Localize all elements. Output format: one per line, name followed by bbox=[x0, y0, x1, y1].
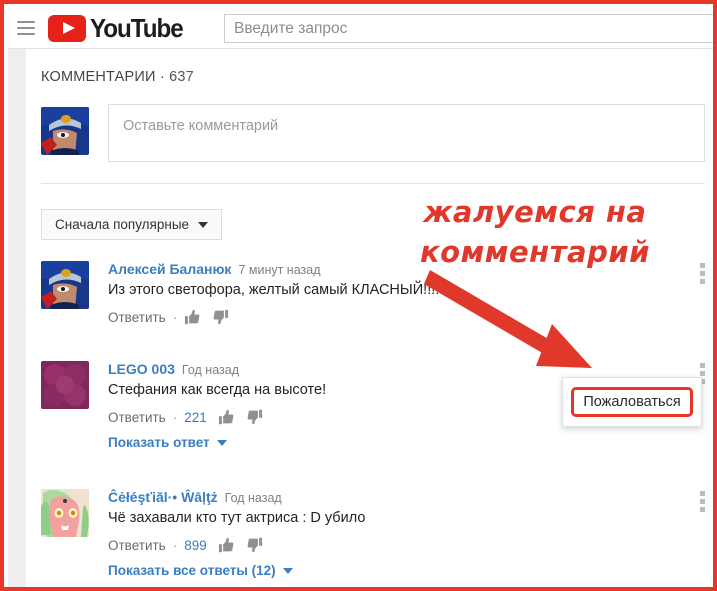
search-input[interactable] bbox=[224, 14, 713, 43]
show-all-replies-button[interactable]: Показать все ответы (12) bbox=[108, 563, 705, 578]
comment-author[interactable]: LEGO 003 bbox=[108, 361, 175, 377]
thumbs-up-icon[interactable] bbox=[184, 309, 201, 325]
hamburger-menu-icon[interactable] bbox=[17, 21, 35, 35]
action-separator: · bbox=[172, 309, 178, 325]
comment-input-box[interactable]: Оставьте комментарий bbox=[108, 104, 705, 162]
comment-body: Алексей Баланюк 7 минут назад Из этого с… bbox=[108, 261, 705, 327]
comment-overflow-menu-icon[interactable] bbox=[700, 491, 705, 512]
comment-body: Ĉėłéşťiăl·• Ŵāļţż Год назад Чё захавали … bbox=[108, 489, 705, 578]
sort-label: Сначала популярные bbox=[55, 217, 190, 232]
section-divider bbox=[41, 183, 705, 184]
sort-comments-dropdown[interactable]: Сначала популярные bbox=[41, 209, 223, 240]
report-menu-item[interactable]: Пожаловаться bbox=[571, 387, 693, 417]
comment-timestamp: Год назад bbox=[181, 363, 239, 377]
show-replies-button[interactable]: Показать ответ bbox=[108, 435, 705, 450]
comment-author[interactable]: Алексей Баланюк bbox=[108, 261, 231, 277]
thumbs-down-icon[interactable] bbox=[246, 537, 263, 553]
action-separator: · bbox=[172, 537, 178, 553]
avatar bbox=[41, 261, 89, 309]
show-replies-label: Показать все ответы (12) bbox=[108, 563, 276, 578]
comment-author[interactable]: Ĉėłéşťiăl·• Ŵāļţż bbox=[108, 489, 218, 505]
comments-count: 637 bbox=[169, 69, 194, 85]
comment-text: Чё захавали кто тут актриса : D убило bbox=[108, 510, 366, 526]
avatar bbox=[41, 489, 89, 537]
comment-header: LEGO 003 Год назад bbox=[108, 361, 705, 377]
comment-header: Алексей Баланюк 7 минут назад bbox=[108, 261, 705, 277]
avatar bbox=[41, 107, 89, 155]
chevron-down-icon bbox=[282, 567, 293, 574]
comment-timestamp: Год назад bbox=[224, 491, 282, 505]
youtube-masthead: YouTube bbox=[8, 8, 713, 49]
comments-section: КОММЕНТАРИИ · 637 Оставьте комментарий С… bbox=[26, 49, 713, 587]
youtube-logo[interactable]: YouTube bbox=[48, 13, 190, 43]
avatar-image bbox=[41, 361, 89, 409]
thumbs-down-icon[interactable] bbox=[212, 309, 229, 325]
thumbs-up-icon[interactable] bbox=[218, 537, 235, 553]
comment-text: Из этого светофора, желтый самый КЛАСНЫЙ… bbox=[108, 282, 452, 298]
show-replies-label: Показать ответ bbox=[108, 435, 210, 450]
avatar bbox=[41, 361, 89, 409]
thumbs-down-icon[interactable] bbox=[246, 409, 263, 425]
comment-header: Ĉėłéşťiăl·• Ŵāļţż Год назад bbox=[108, 489, 705, 505]
like-count: 221 bbox=[184, 409, 207, 425]
comment-overflow-menu-icon[interactable] bbox=[700, 263, 705, 284]
reply-button[interactable]: Ответить bbox=[108, 310, 166, 325]
comments-label: КОММЕНТАРИИ bbox=[41, 69, 156, 85]
avatar-image bbox=[41, 107, 89, 155]
chevron-down-icon bbox=[216, 439, 227, 446]
avatar-image bbox=[41, 489, 89, 537]
youtube-wordmark: YouTube bbox=[90, 13, 184, 43]
comment-actions: Ответить · bbox=[108, 307, 705, 327]
page-body: КОММЕНТАРИИ · 637 Оставьте комментарий С… bbox=[8, 49, 713, 587]
reply-button[interactable]: Ответить bbox=[108, 538, 166, 553]
chevron-down-icon bbox=[198, 221, 209, 228]
comments-separator: · bbox=[159, 69, 165, 85]
comment-input-placeholder: Оставьте комментарий bbox=[123, 118, 279, 134]
reply-button[interactable]: Ответить bbox=[108, 410, 166, 425]
action-separator: · bbox=[172, 409, 178, 425]
comment-composer: Оставьте комментарий bbox=[41, 104, 705, 162]
thumbs-up-icon[interactable] bbox=[218, 409, 235, 425]
comment-options-popup: Пожаловаться bbox=[562, 377, 702, 427]
comments-count-header: КОММЕНТАРИИ · 637 bbox=[41, 69, 194, 85]
comment-actions: Ответить · 899 bbox=[108, 535, 705, 555]
comment-timestamp: 7 минут назад bbox=[238, 263, 321, 277]
screenshot-frame: YouTube КОММЕНТАРИИ · 637 bbox=[0, 0, 717, 591]
left-gutter bbox=[8, 49, 26, 587]
avatar-image bbox=[41, 261, 89, 309]
play-icon bbox=[48, 14, 86, 42]
like-count: 899 bbox=[184, 537, 207, 553]
